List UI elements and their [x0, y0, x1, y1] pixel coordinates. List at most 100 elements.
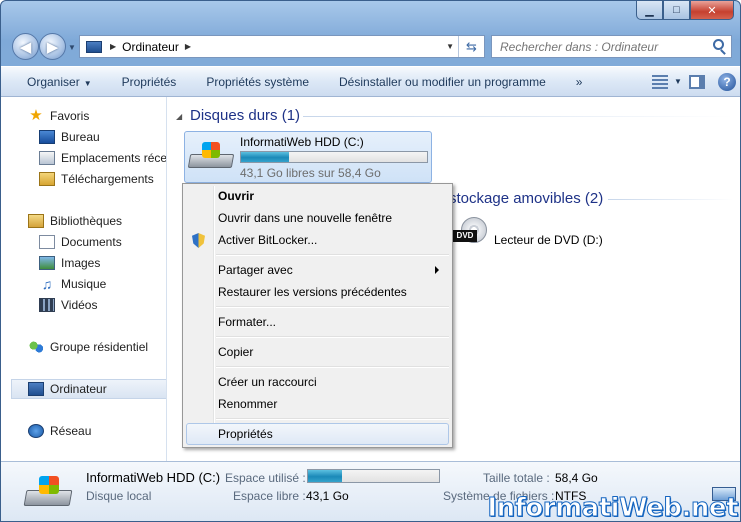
sidebar-item-network[interactable]: Réseau — [28, 421, 166, 441]
sidebar-item-favorites[interactable]: ★ Favoris — [28, 106, 166, 126]
details-free-value: 43,1 Go — [306, 489, 349, 503]
sidebar-item-label: Bibliothèques — [50, 214, 123, 228]
group-removable-storage[interactable]: stockage amovibles (2) — [449, 190, 603, 207]
preview-pane-icon — [689, 74, 705, 89]
more-commands-button[interactable]: » — [561, 75, 598, 89]
details-used-label: Espace utilisé : — [225, 471, 306, 485]
uninstall-program-button[interactable]: Désinstaller ou modifier un programme — [324, 75, 561, 89]
group-hard-drives[interactable]: Disques durs (1) — [190, 107, 300, 124]
shield-icon — [192, 233, 205, 248]
menu-item-label: Partager avec — [218, 263, 293, 277]
videos-icon — [39, 298, 55, 312]
sidebar-item-videos[interactable]: Vidéos — [39, 295, 166, 315]
view-controls: ▼ ? — [652, 67, 740, 96]
recent-pages-chevron-icon[interactable]: ▼ — [68, 43, 76, 52]
forward-button[interactable]: ▶ — [39, 33, 66, 60]
close-button[interactable]: ✕ — [690, 1, 734, 20]
desktop-icon — [39, 130, 55, 144]
menu-separator — [216, 336, 449, 338]
submenu-arrow-icon — [435, 266, 439, 274]
drive-usage-fill — [241, 152, 290, 162]
sidebar-item-recent-places[interactable]: Emplacements récents — [39, 148, 167, 168]
sidebar-item-images[interactable]: Images — [39, 253, 166, 273]
menu-item-open[interactable]: Ouvrir — [186, 185, 449, 207]
sidebar-item-label: Emplacements récents — [61, 151, 167, 165]
dvd-badge: DVD — [453, 230, 477, 242]
menu-item-create-shortcut[interactable]: Créer un raccourci — [186, 371, 449, 393]
details-total-value: 58,4 Go — [555, 471, 598, 485]
refresh-icon[interactable]: ⇆ — [458, 36, 484, 57]
sidebar-item-label: Images — [61, 256, 101, 270]
breadcrumb-computer[interactable]: Ordinateur — [122, 40, 179, 54]
organize-menu[interactable]: Organiser ▼ — [1, 75, 107, 89]
menu-item-rename[interactable]: Renommer — [186, 393, 449, 415]
sidebar-item-libraries[interactable]: Bibliothèques — [28, 211, 166, 231]
search-box[interactable] — [491, 35, 732, 58]
menu-separator — [216, 418, 449, 420]
sidebar-item-label: Musique — [61, 277, 107, 291]
context-menu: Ouvrir Ouvrir dans une nouvelle fenêtre … — [182, 183, 453, 448]
menu-item-bitlocker[interactable]: Activer BitLocker... — [186, 229, 449, 251]
hard-drive-icon — [23, 474, 73, 510]
dvd-drive-name[interactable]: Lecteur de DVD (D:) — [494, 233, 603, 247]
drive-c-tile[interactable]: InformatiWeb HDD (C:) 43,1 Go libres sur… — [184, 131, 432, 183]
sidebar-item-music[interactable]: ♫ Musique — [39, 274, 166, 294]
organize-label: Organiser — [27, 74, 80, 89]
menu-separator — [216, 366, 449, 368]
collapse-group-icon[interactable]: ◢ — [176, 112, 182, 121]
menu-item-share-with[interactable]: Partager avec — [186, 259, 449, 281]
breadcrumb-chevron-icon[interactable]: ▶ — [110, 42, 116, 51]
sidebar-item-label: Vidéos — [61, 298, 98, 312]
menu-item-open-new-window[interactable]: Ouvrir dans une nouvelle fenêtre — [186, 207, 449, 229]
group-divider — [608, 199, 733, 200]
hard-drive-icon — [187, 142, 235, 172]
search-icon[interactable] — [713, 39, 724, 50]
sidebar-item-label: Réseau — [50, 424, 92, 438]
watermark-logo: InformatiWeb.net — [487, 493, 739, 522]
address-dropdown-icon[interactable]: ▼ — [446, 42, 454, 51]
help-button[interactable]: ? — [712, 70, 740, 94]
sidebar-item-label: Ordinateur — [50, 382, 107, 396]
navigation-pane: ★ Favoris Bureau Emplacements récents Tél… — [9, 97, 167, 461]
sidebar-item-downloads[interactable]: Téléchargements — [39, 169, 166, 189]
menu-separator — [216, 306, 449, 308]
breadcrumb-end-chevron-icon[interactable]: ▶ — [185, 42, 191, 51]
properties-button[interactable]: Propriétés — [107, 75, 192, 89]
chevron-down-icon: ▼ — [83, 78, 92, 88]
menu-item-format[interactable]: Formater... — [186, 311, 449, 333]
computer-icon — [28, 382, 44, 396]
system-properties-button[interactable]: Propriétés système — [191, 75, 324, 89]
change-view-button[interactable]: ▼ — [652, 70, 682, 94]
maximize-button[interactable]: □ — [663, 1, 690, 20]
details-total-label: Taille totale : — [483, 471, 550, 485]
details-usage-fill — [308, 470, 343, 482]
sidebar-item-desktop[interactable]: Bureau — [39, 127, 166, 147]
minimize-button[interactable]: ▁ — [636, 1, 663, 20]
back-button[interactable]: ◀ — [12, 33, 39, 60]
command-bar: Organiser ▼ Propriétés Propriétés système… — [1, 66, 740, 97]
images-icon — [39, 256, 55, 270]
drive-usage-bar — [240, 151, 428, 163]
preview-pane-button[interactable] — [682, 70, 712, 94]
sidebar-item-computer[interactable]: Ordinateur — [11, 379, 166, 399]
menu-item-restore-versions[interactable]: Restaurer les versions précédentes — [186, 281, 449, 303]
dvd-drive-icon[interactable]: DVD — [453, 217, 487, 247]
chevron-down-icon: ▼ — [674, 77, 682, 86]
sidebar-item-label: Groupe résidentiel — [50, 340, 149, 354]
sidebar-item-homegroup[interactable]: Groupe résidentiel — [28, 337, 166, 357]
recent-places-icon — [39, 151, 55, 165]
sidebar-item-documents[interactable]: Documents — [39, 232, 166, 252]
search-input[interactable] — [500, 39, 710, 54]
details-free-label: Espace libre : — [233, 489, 306, 503]
computer-icon — [86, 40, 102, 53]
menu-item-properties[interactable]: Propriétés — [186, 423, 449, 445]
drive-name: InformatiWeb HDD (C:) — [240, 135, 364, 149]
group-divider — [303, 116, 733, 117]
address-bar[interactable]: ▶ Ordinateur ▶ ▼ ⇆ — [79, 35, 485, 58]
view-icon — [652, 74, 669, 89]
details-usage-bar — [307, 469, 440, 483]
music-icon: ♫ — [41, 276, 53, 292]
menu-item-label: Activer BitLocker... — [218, 233, 318, 247]
documents-icon — [39, 235, 55, 249]
menu-item-copy[interactable]: Copier — [186, 341, 449, 363]
